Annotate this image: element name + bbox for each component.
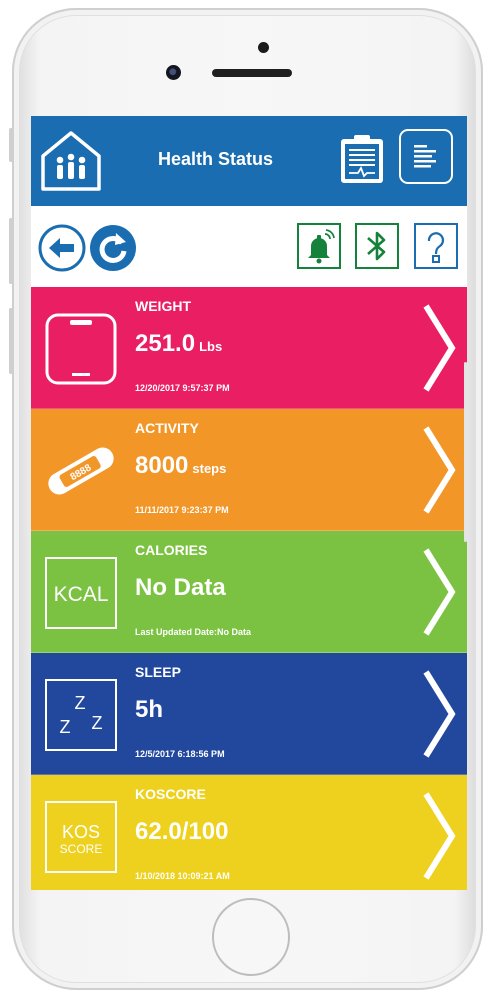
metric-title: WEIGHT [135,298,191,314]
help-button[interactable] [414,223,458,269]
clipboard-report-icon[interactable] [338,133,386,185]
metric-date: Last Updated Date:No Data [135,627,252,637]
earpiece-speaker [212,69,292,77]
family-home-icon[interactable] [38,127,104,193]
svg-text:Z: Z [75,693,86,713]
svg-text:KOS: KOS [62,822,100,842]
bluetooth-button[interactable] [355,223,399,269]
metric-title: ACTIVITY [135,420,199,436]
metric-value: 62.0/100 [135,818,228,846]
volume-down-button [9,308,14,374]
kcal-icon: KCAL [45,557,117,629]
metric-value: 5h [135,696,163,724]
metric-value: 8000 steps [135,452,226,480]
weight-value: 251.0 [135,330,196,357]
bluetooth-icon [367,231,386,261]
metric-row-weight[interactable]: WEIGHT 251.0 Lbs 12/20/2017 9:57:37 PM [31,287,467,409]
volume-up-button [9,218,14,284]
scrollbar[interactable] [464,362,467,542]
metric-row-koscore[interactable]: KOS SCORE KOSCORE 62.0/100 1/10/2018 10:… [31,775,467,890]
activity-value: 8000 [135,452,189,479]
back-button[interactable] [38,224,86,272]
metric-row-activity[interactable]: 8888 ACTIVITY 8000 steps 11/11/2017 9:23:… [31,409,467,531]
weight-unit: Lbs [199,339,223,354]
metric-title: CALORIES [135,542,208,558]
metric-row-sleep[interactable]: Z Z Z SLEEP 5h 12/5/2017 6:18:56 PM [31,653,467,775]
refresh-button[interactable] [89,224,137,272]
activity-unit: steps [192,461,227,476]
bell-icon [308,229,335,264]
calories-value: No Data [135,574,226,601]
chevron-right-icon[interactable] [421,303,459,393]
koscore-icon: KOS SCORE [45,801,117,873]
metric-value: 251.0 Lbs [135,330,222,358]
list-menu-icon [414,145,436,168]
metric-title: KOSCORE [135,786,206,802]
app-screen: Health Status WEIGHT 251.0 Lbs 12/20/201… [31,116,467,890]
metric-date: 12/20/2017 9:57:37 PM [135,383,230,393]
scale-icon [45,313,117,385]
header-bar: Health Status [31,116,467,206]
fitness-band-icon: 8888 [48,447,114,495]
sleep-value: 5h [135,696,164,723]
svg-text:SCORE: SCORE [60,842,103,856]
question-icon [427,232,445,263]
chevron-right-icon[interactable] [421,425,459,515]
front-camera [166,65,181,80]
home-button[interactable] [212,898,290,976]
svg-text:KCAL: KCAL [54,583,109,606]
page-title: Health Status [158,149,274,169]
alerts-button[interactable] [297,223,341,269]
metric-date: 1/10/2018 10:09:21 AM [135,871,230,881]
metric-value: No Data [135,574,226,602]
svg-text:Z: Z [92,713,103,733]
metric-title: SLEEP [135,664,181,680]
chevron-right-icon[interactable] [421,791,459,881]
metrics-list: WEIGHT 251.0 Lbs 12/20/2017 9:57:37 PM 88… [31,287,467,890]
metric-date: 11/11/2017 9:23:37 PM [135,505,229,515]
mute-switch [9,128,14,162]
chevron-right-icon[interactable] [421,669,459,759]
svg-text:Z: Z [60,717,71,737]
metric-row-calories[interactable]: KCAL CALORIES No Data Last Updated Date:… [31,531,467,653]
proximity-sensor [258,42,269,53]
sleep-zzz-icon: Z Z Z [45,679,117,751]
chevron-right-icon[interactable] [421,547,459,637]
menu-button[interactable] [399,129,453,184]
koscore-value: 62.0/100 [135,818,229,845]
metric-date: 12/5/2017 6:18:56 PM [135,749,225,759]
